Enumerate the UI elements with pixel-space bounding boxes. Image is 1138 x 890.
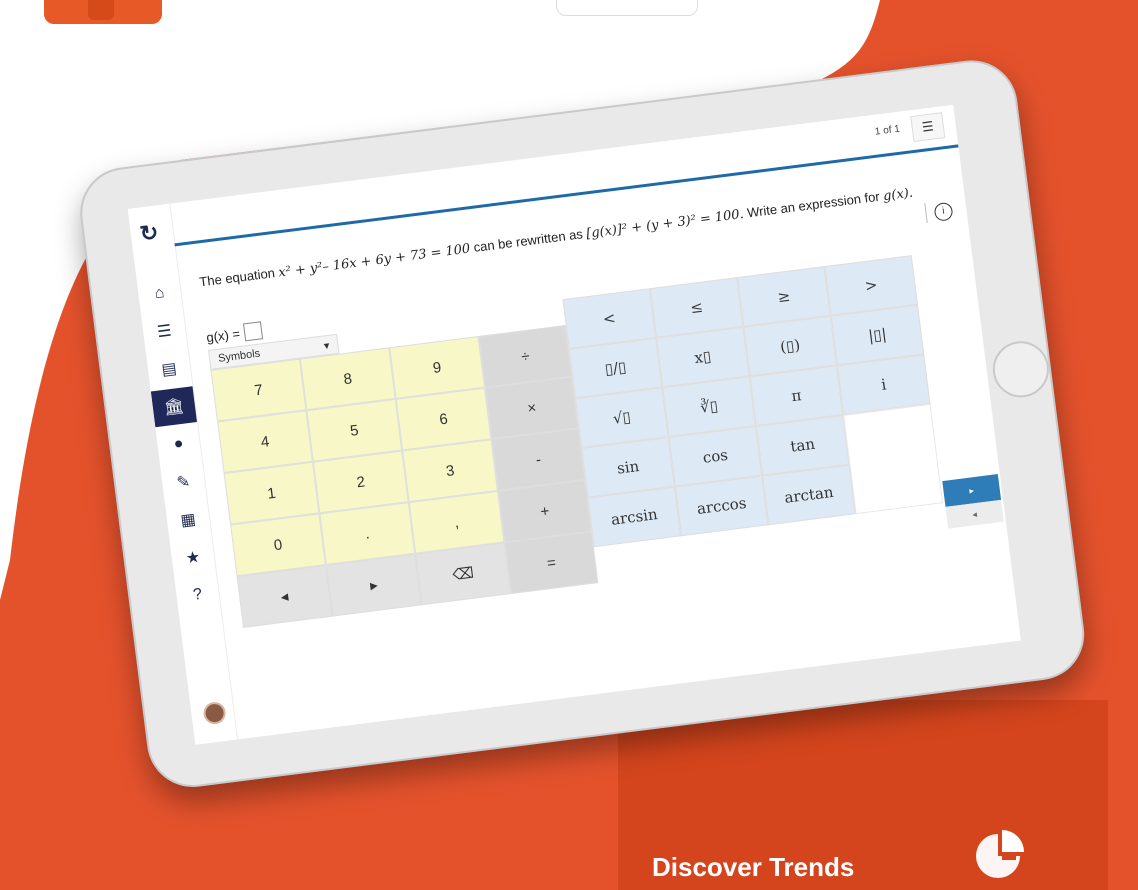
- key-arctan[interactable]: arctan: [762, 464, 856, 526]
- backspace-icon[interactable]: ⌫: [415, 542, 512, 606]
- main-content: 1 of 1 ☰ The equation x² + y²– 16x + 6y …: [169, 105, 1020, 740]
- question-middle: can be rewritten as: [472, 226, 584, 255]
- answer-label: g(x) =: [205, 325, 241, 345]
- key-equals[interactable]: =: [504, 531, 599, 595]
- device-edge-decoration: [556, 0, 698, 16]
- list-icon[interactable]: ☰: [141, 311, 187, 352]
- phone-stand-decoration: [44, 0, 162, 24]
- chevron-down-icon: ▾: [323, 339, 331, 352]
- list-toggle-button[interactable]: ☰: [910, 112, 946, 142]
- equation-2: [g(x)]² + (y + 3)² = 100.: [585, 206, 745, 242]
- equation-1: x² + y²– 16x + 6y + 73 = 100: [277, 241, 472, 281]
- symbols-dropdown-label: Symbols: [217, 347, 261, 365]
- star-icon[interactable]: ★: [170, 537, 216, 578]
- question-target: g(x).: [882, 185, 914, 205]
- record-icon[interactable]: ●: [156, 424, 202, 465]
- info-icon[interactable]: i: [933, 201, 954, 222]
- keypad-empty-cell: [843, 403, 944, 515]
- pencil-icon[interactable]: ✎: [160, 462, 206, 503]
- calendar-icon[interactable]: ▦: [165, 499, 211, 540]
- list-icon: ☰: [920, 118, 935, 135]
- page-counter: 1 of 1: [874, 123, 901, 138]
- divider: [924, 202, 928, 223]
- book-icon[interactable]: ▤: [146, 349, 192, 390]
- key-arcsin[interactable]: arcsin: [587, 486, 682, 548]
- tablet-screen: ↻ ⌂ ☰ ▤ 🏛 ● ✎ ▦ ★ ? 1 of 1 ☰ The equatio…: [127, 104, 1021, 745]
- answer-input[interactable]: [242, 321, 263, 342]
- avatar[interactable]: [202, 700, 227, 726]
- help-icon[interactable]: ?: [175, 575, 221, 616]
- cursor-left-button[interactable]: ◂: [236, 564, 333, 628]
- question-suffix: Write an expression for: [746, 188, 881, 221]
- tablet-device: ↻ ⌂ ☰ ▤ 🏛 ● ✎ ▦ ★ ? 1 of 1 ☰ The equatio…: [74, 55, 1090, 793]
- home-icon[interactable]: ⌂: [137, 273, 183, 314]
- bank-icon[interactable]: 🏛: [150, 386, 197, 428]
- pie-chart-icon: [976, 830, 1024, 878]
- answer-row: g(x) =: [205, 321, 263, 346]
- logo-icon[interactable]: ↻: [138, 219, 160, 247]
- key-arccos[interactable]: arccos: [674, 475, 769, 537]
- cursor-right-button[interactable]: ▸: [325, 553, 422, 617]
- footer-title: Discover Trends: [652, 852, 855, 882]
- question-prefix: The equation: [198, 265, 276, 290]
- math-keypad: 7 8 9 4 5 6 1 2 3 0 . , ÷ × - + = ◂ ▸ ⌫ …: [210, 255, 958, 628]
